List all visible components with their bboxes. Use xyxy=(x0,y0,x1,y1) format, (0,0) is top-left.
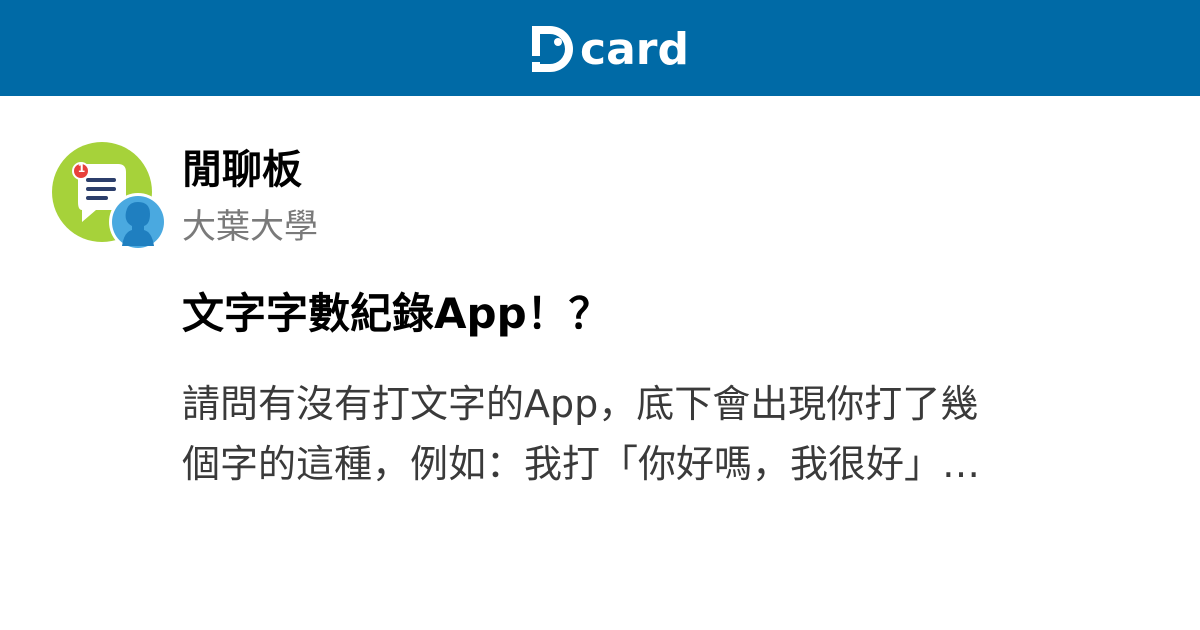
dcard-logo[interactable]: card xyxy=(530,20,689,76)
school-name: 大葉大學 xyxy=(182,207,318,247)
dcard-d-icon xyxy=(530,26,573,72)
top-banner: card xyxy=(0,0,1200,96)
notification-count: 1 xyxy=(77,162,86,175)
post-excerpt[interactable]: 請問有沒有打文字的App，底下會出現你打了幾 個字的這種，例如：我打「你好嗎，我… xyxy=(182,374,1132,494)
chat-bubble-icon xyxy=(52,142,167,251)
post-title[interactable]: 文字字數紀錄App！？ xyxy=(182,286,611,342)
user-avatar-icon xyxy=(109,193,167,251)
forum-name[interactable]: 閒聊板 xyxy=(182,144,302,196)
forum-avatar[interactable]: 1 xyxy=(52,142,172,254)
logo-text: card xyxy=(580,24,689,75)
